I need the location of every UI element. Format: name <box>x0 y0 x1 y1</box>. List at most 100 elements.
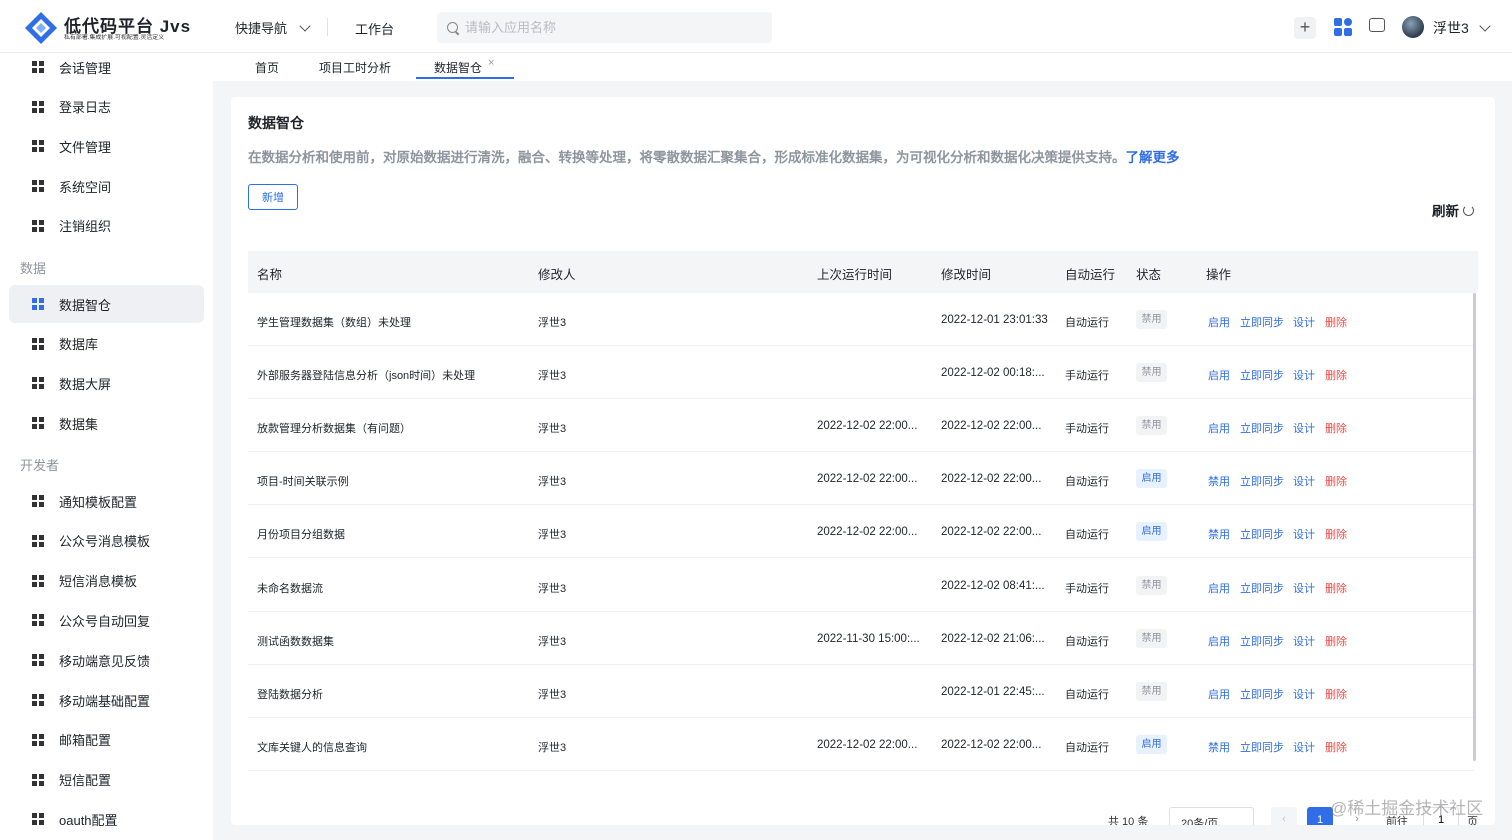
quick-nav-dropdown[interactable]: 快捷导航 <box>235 18 311 37</box>
design-action[interactable]: 设计 <box>1293 633 1315 649</box>
cell-name: 文库关键人的信息查询 <box>257 741 367 754</box>
table-row: 文库关键人的信息查询 浮世3 2022-12-02 22:00... 2022-12-… <box>248 718 1474 771</box>
refresh-button[interactable]: 刷新 <box>1432 200 1474 220</box>
delete-action[interactable]: 删除 <box>1325 367 1347 383</box>
table-scrollbar[interactable] <box>1473 293 1476 761</box>
sidebar-item[interactable]: 注销组织 <box>9 207 204 245</box>
tab-project-hours[interactable]: 项目工时分析 <box>319 59 391 76</box>
learn-more-link[interactable]: 了解更多 <box>1126 150 1180 165</box>
cell-auto-run: 自动运行 <box>1065 529 1109 542</box>
delete-action[interactable]: 删除 <box>1325 739 1347 755</box>
sidebar-item[interactable]: 移动端基础配置 <box>9 681 204 719</box>
toggle-action[interactable]: 禁用 <box>1208 473 1230 489</box>
prev-page-button[interactable]: ‹ <box>1271 807 1297 825</box>
sync-action[interactable]: 立即同步 <box>1240 473 1284 489</box>
design-action[interactable]: 设计 <box>1293 580 1315 596</box>
delete-action[interactable]: 删除 <box>1325 526 1347 542</box>
page-size-select[interactable]: 20条/页 <box>1169 807 1254 825</box>
sidebar-item-label: 数据库 <box>59 337 99 353</box>
toggle-action[interactable]: 启用 <box>1208 420 1230 436</box>
delete-action[interactable]: 删除 <box>1325 420 1347 436</box>
cell-auto-run: 自动运行 <box>1065 741 1109 754</box>
status-badge: 禁用 <box>1136 416 1167 436</box>
sidebar-item-label: 注销组织 <box>59 219 112 235</box>
logo[interactable]: 低代码平台 Jvs 私有部署.集成扩展.可视配置.灵活定义 <box>24 9 194 45</box>
sidebar-section-data: 数据 <box>20 261 47 276</box>
sidebar-item[interactable]: 文件管理 <box>9 127 204 165</box>
cell-auto-run: 手动运行 <box>1065 582 1109 595</box>
grid-icon <box>32 337 44 350</box>
delete-action[interactable]: 删除 <box>1325 473 1347 489</box>
sync-action[interactable]: 立即同步 <box>1240 420 1284 436</box>
grid-icon <box>32 694 44 706</box>
delete-action[interactable]: 删除 <box>1325 314 1347 330</box>
sync-action[interactable]: 立即同步 <box>1240 367 1284 383</box>
toggle-action[interactable]: 启用 <box>1208 314 1230 330</box>
message-icon[interactable] <box>1369 13 1385 32</box>
app-search[interactable] <box>437 12 772 43</box>
sidebar-item[interactable]: 公众号消息模板 <box>9 522 204 560</box>
design-action[interactable]: 设计 <box>1293 367 1315 383</box>
description-text: 在数据分析和使用前，对原始数据进行清洗，融合、转换等处理，将零散数据汇聚集合，形… <box>248 150 1126 165</box>
cell-modified: 2022-12-02 08:41:... <box>941 579 1045 592</box>
column-header-status: 状态 <box>1136 268 1162 282</box>
sidebar-item[interactable]: 短信消息模板 <box>9 562 204 600</box>
sidebar-item-label: 公众号自动回复 <box>59 613 151 629</box>
design-action[interactable]: 设计 <box>1293 420 1315 436</box>
sync-action[interactable]: 立即同步 <box>1240 739 1284 755</box>
delete-action[interactable]: 删除 <box>1325 580 1347 596</box>
delete-action[interactable]: 删除 <box>1325 686 1347 702</box>
close-icon[interactable]: × <box>488 57 494 69</box>
sidebar-item[interactable]: 会话管理 <box>9 53 204 86</box>
sidebar-item[interactable]: 通知模板配置 <box>9 482 204 520</box>
apps-grid-icon[interactable] <box>1334 18 1352 36</box>
toggle-action[interactable]: 禁用 <box>1208 739 1230 755</box>
design-action[interactable]: 设计 <box>1293 526 1315 542</box>
sidebar-item[interactable]: oauth配置 <box>9 800 204 838</box>
sidebar-item[interactable]: 登录日志 <box>9 88 204 126</box>
status-badge: 启用 <box>1136 469 1167 489</box>
add-button[interactable]: 新增 <box>248 184 298 210</box>
design-action[interactable]: 设计 <box>1293 739 1315 755</box>
sidebar-item[interactable]: 短信配置 <box>9 761 204 799</box>
toggle-action[interactable]: 启用 <box>1208 686 1230 702</box>
sidebar-item[interactable]: 数据库 <box>9 325 204 363</box>
avatar[interactable] <box>1402 16 1424 38</box>
sync-action[interactable]: 立即同步 <box>1240 633 1284 649</box>
sidebar-item[interactable]: 公众号自动回复 <box>9 601 204 639</box>
sidebar-item[interactable]: 数据大屏 <box>9 364 204 402</box>
sync-action[interactable]: 立即同步 <box>1240 580 1284 596</box>
tab-home[interactable]: 首页 <box>255 59 279 76</box>
toggle-action[interactable]: 启用 <box>1208 580 1230 596</box>
cell-modifier: 浮世3 <box>538 635 567 648</box>
page-number-button[interactable]: 1 <box>1307 807 1333 825</box>
sync-action[interactable]: 立即同步 <box>1240 526 1284 542</box>
cell-modifier: 浮世3 <box>538 317 567 329</box>
design-action[interactable]: 设计 <box>1293 314 1315 330</box>
toggle-action[interactable]: 启用 <box>1208 367 1230 383</box>
sidebar-item[interactable]: 邮箱配置 <box>9 721 204 759</box>
sidebar-item[interactable]: 数据智仓 <box>9 285 204 323</box>
add-icon[interactable]: + <box>1294 17 1316 39</box>
sidebar-item[interactable]: 移动端意见反馈 <box>9 641 204 679</box>
design-action[interactable]: 设计 <box>1293 686 1315 702</box>
grid-icon <box>32 614 44 627</box>
sidebar-item-label: 数据集 <box>59 416 99 432</box>
workbench-link[interactable]: 工作台 <box>355 19 394 38</box>
cell-name: 登陆数据分析 <box>257 688 323 701</box>
tab-data-warehouse[interactable]: 数据智仓 <box>434 59 482 76</box>
design-action[interactable]: 设计 <box>1293 473 1315 489</box>
delete-action[interactable]: 删除 <box>1325 633 1347 649</box>
search-input[interactable] <box>465 20 755 35</box>
toggle-action[interactable]: 启用 <box>1208 633 1230 649</box>
cell-auto-run: 自动运行 <box>1065 317 1109 329</box>
cell-modifier: 浮世3 <box>538 476 567 489</box>
sidebar-item[interactable]: 系统空间 <box>9 167 204 205</box>
sync-action[interactable]: 立即同步 <box>1240 686 1284 702</box>
sidebar-item[interactable]: 数据集 <box>9 404 204 442</box>
sync-action[interactable]: 立即同步 <box>1240 314 1284 330</box>
next-page-button[interactable]: › <box>1344 807 1370 825</box>
user-menu[interactable]: 浮世3 <box>1433 18 1491 38</box>
toggle-action[interactable]: 禁用 <box>1208 526 1230 542</box>
goto-page-input[interactable] <box>1423 807 1459 825</box>
